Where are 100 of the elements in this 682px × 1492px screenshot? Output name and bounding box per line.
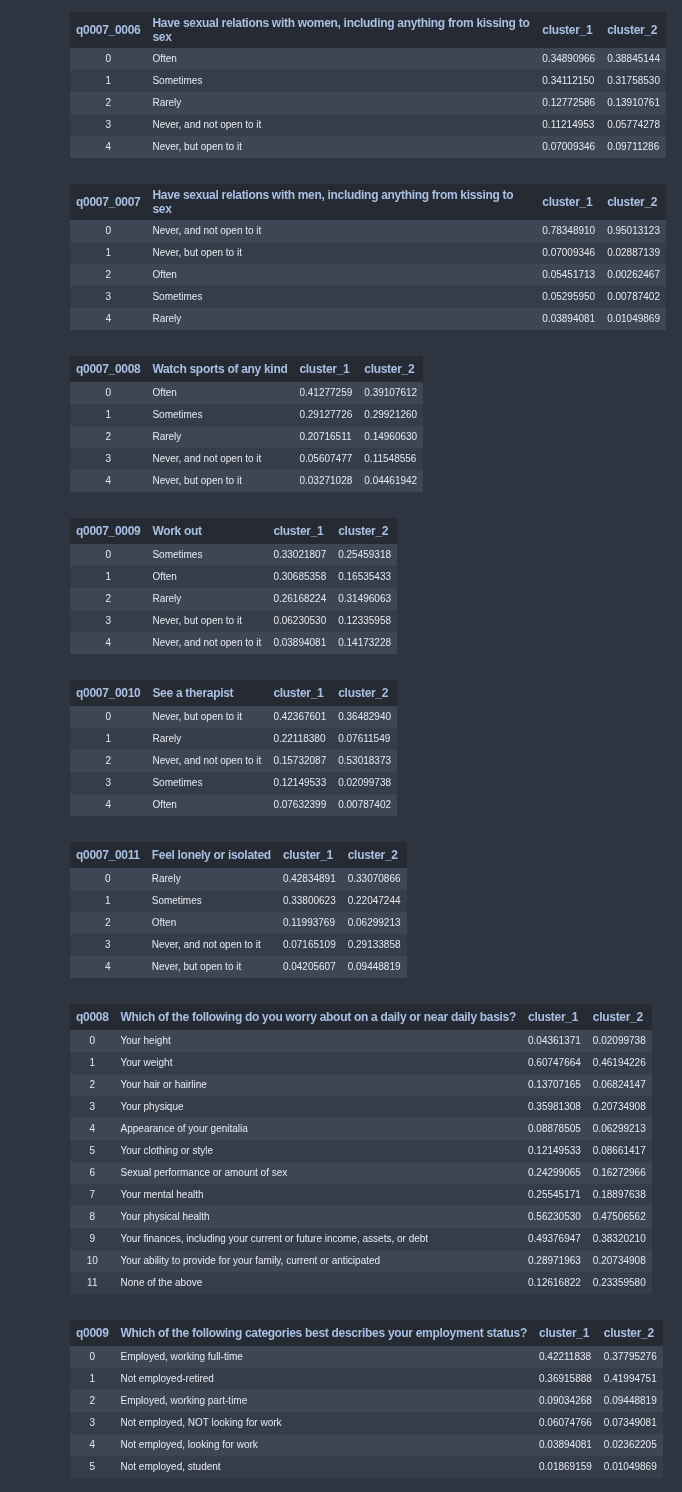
table-cell: 0.12149533 (522, 1140, 587, 1162)
table-cell: 0.06230530 (267, 610, 333, 632)
table-cell: 0.00787402 (332, 794, 398, 816)
row-index: 4 (70, 956, 146, 978)
table-cell: Sometimes (146, 404, 294, 426)
row-index: 6 (70, 1162, 115, 1184)
table-cell: 0.07611549 (332, 728, 398, 750)
row-index: 3 (70, 286, 147, 308)
table-cell: 0.16272966 (586, 1162, 652, 1184)
table-cell: Never, but open to it (146, 470, 294, 492)
column-header: cluster_2 (601, 12, 666, 48)
column-header: cluster_2 (332, 680, 398, 706)
table-cell: 0.22118380 (267, 728, 333, 750)
table-cell: Never, but open to it (146, 242, 537, 264)
table-cell: Often (146, 566, 268, 588)
column-header: cluster_1 (276, 842, 342, 868)
table-cell: 0.16535433 (332, 566, 398, 588)
table-cell: 0.36915888 (533, 1368, 598, 1390)
table-cell: 0.06299213 (586, 1118, 652, 1140)
row-index: 3 (70, 610, 147, 632)
row-index: 4 (70, 632, 147, 654)
table-cell: 0.03894081 (533, 1434, 598, 1456)
row-index: 0 (70, 1346, 115, 1368)
table-cell: 0.20734908 (586, 1096, 652, 1118)
column-header: q0007_0006 (70, 12, 147, 48)
table-cell: Your weight (114, 1052, 522, 1074)
table-cell: 0.78348910 (536, 220, 602, 242)
table-cell: 0.33800623 (276, 890, 342, 912)
table-cell: 0.38320210 (586, 1228, 652, 1250)
table-cell: 0.12149533 (267, 772, 333, 794)
table-cell: 0.22047244 (341, 890, 407, 912)
table-cell: 0.12335958 (332, 610, 398, 632)
table-cell: 0.41994751 (597, 1368, 663, 1390)
table-cell: 0.39107612 (358, 382, 424, 404)
column-header: cluster_1 (536, 12, 602, 48)
table-cell: None of the above (114, 1272, 522, 1294)
row-index: 2 (70, 1390, 115, 1412)
column-header: Work out (146, 518, 268, 544)
table-cell: 0.14173228 (332, 632, 398, 654)
table-cell: 0.02887139 (601, 242, 666, 264)
table-cell: 0.11993769 (276, 912, 342, 934)
row-index: 2 (70, 92, 147, 114)
row-index: 3 (70, 114, 147, 136)
row-index: 4 (70, 136, 147, 158)
table-cell: Often (146, 48, 537, 70)
table-cell: 0.09448819 (341, 956, 407, 978)
row-index: 3 (70, 1412, 115, 1434)
table-cell: Often (146, 794, 268, 816)
table-cell: 0.25545171 (522, 1184, 587, 1206)
table-cell: 0.47506562 (586, 1206, 652, 1228)
column-header: cluster_2 (358, 356, 424, 382)
table-cell: 0.31496063 (332, 588, 398, 610)
row-index: 1 (70, 566, 147, 588)
table-cell: 0.12772586 (536, 92, 602, 114)
column-header: Which of the following do you worry about on a daily or near daily basis? (114, 1004, 522, 1030)
row-index: 4 (70, 308, 147, 330)
row-index: 2 (70, 426, 147, 448)
table-cell: 0.04361371 (522, 1030, 587, 1052)
row-index: 4 (70, 1434, 115, 1456)
table-cell: 0.01869159 (533, 1456, 598, 1478)
table-cell: 0.20716511 (293, 426, 359, 448)
table-cell: 0.01049869 (601, 308, 666, 330)
table-cell: 0.15732087 (267, 750, 333, 772)
table-cell: 0.02099738 (586, 1030, 652, 1052)
table-cell: Appearance of your genitalia (114, 1118, 522, 1140)
table-cell: 0.29127726 (293, 404, 359, 426)
table-cell: Rarely (146, 728, 268, 750)
table-cell: 0.11214953 (536, 114, 602, 136)
column-header: q0007_0011 (70, 842, 146, 868)
column-header: Which of the following categories best describes your employment status? (114, 1320, 533, 1346)
table-cell: Rarely (146, 308, 537, 330)
row-index: 0 (70, 868, 146, 890)
row-index: 0 (70, 1030, 115, 1052)
table-cell: 0.29133858 (341, 934, 407, 956)
table-cell: 0.46194226 (586, 1052, 652, 1074)
column-header: cluster_1 (522, 1004, 587, 1030)
table-cell: Your physique (114, 1096, 522, 1118)
table-cell: 0.33070866 (341, 868, 407, 890)
table-cell: 0.09448819 (597, 1390, 663, 1412)
table-cell: 0.06299213 (341, 912, 407, 934)
table-cell: 0.31758530 (601, 70, 666, 92)
table-cell: 0.29921260 (358, 404, 424, 426)
table-cell: 0.09034268 (533, 1390, 598, 1412)
table-cell: 0.34890966 (536, 48, 602, 70)
table-cell: 0.42834891 (276, 868, 342, 890)
table-cell: Never, but open to it (145, 956, 277, 978)
row-index: 3 (70, 1096, 115, 1118)
table-cell: 0.20734908 (586, 1250, 652, 1272)
table-cell: 0.49376947 (522, 1228, 587, 1250)
table-cell: 0.12616822 (522, 1272, 587, 1294)
table-cell: Rarely (146, 92, 537, 114)
table-cell: 0.23359580 (586, 1272, 652, 1294)
row-index: 2 (70, 750, 147, 772)
table-cell: Often (146, 382, 294, 404)
row-index: 0 (70, 544, 147, 566)
table-cell: 0.00262467 (601, 264, 666, 286)
row-index: 4 (70, 1118, 115, 1140)
row-index: 1 (70, 728, 147, 750)
table-cell: Your height (114, 1030, 522, 1052)
table-cell: Sometimes (145, 890, 277, 912)
